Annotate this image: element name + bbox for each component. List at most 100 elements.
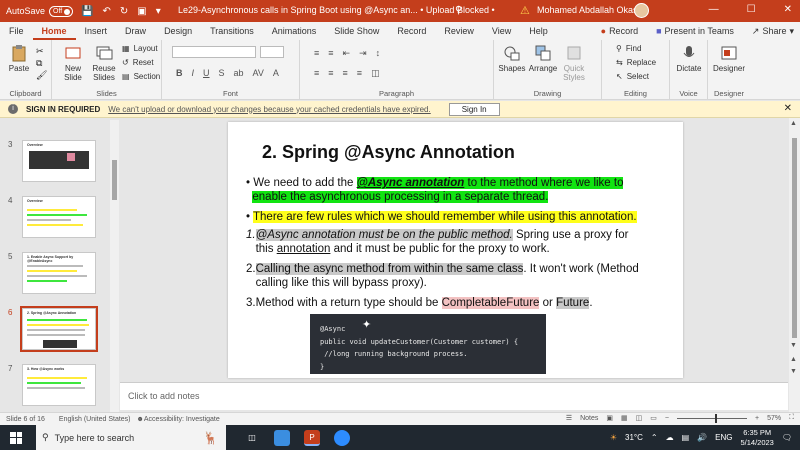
underline-icon[interactable]: U — [203, 68, 210, 78]
align-left-icon[interactable]: ≡ — [314, 68, 319, 79]
bold-icon[interactable]: B — [176, 68, 183, 78]
tab-record[interactable]: Record — [388, 22, 435, 40]
language-indicator[interactable]: ENG — [715, 433, 732, 442]
bullets-icon[interactable]: ≡ — [314, 48, 319, 59]
tab-home[interactable]: Home — [32, 22, 76, 40]
new-slide-button[interactable]: New Slide — [60, 44, 86, 82]
clock[interactable]: 6:35 PM 5/14/2023 — [740, 428, 773, 448]
bullet-1[interactable]: • We need to add the @Async annotation t… — [246, 176, 671, 204]
thumbnail-slide-4[interactable]: 4 Overview — [0, 196, 110, 240]
weather-icon[interactable]: ☀ — [610, 433, 617, 442]
numbered-item-3[interactable]: 3.Method with a return type should be Co… — [246, 296, 671, 310]
undo-icon[interactable]: ↶ — [102, 6, 110, 17]
numbered-item-2[interactable]: 2.Calling the async method from within t… — [246, 262, 671, 290]
zoom-in-icon[interactable]: + — [755, 415, 759, 422]
replace-button[interactable]: ⇆ Replace — [616, 58, 656, 67]
present-in-teams-button[interactable]: ■ Present in Teams — [650, 24, 740, 38]
record-button[interactable]: ● Record — [595, 24, 644, 38]
font-size-input[interactable] — [260, 46, 284, 58]
normal-view-icon[interactable]: ▣ — [606, 414, 613, 422]
designer-button[interactable]: Designer — [712, 44, 746, 73]
zoom-app-icon[interactable] — [334, 429, 350, 446]
thumbnail-slide-6[interactable]: 6 2. Spring @Async Annotation — [0, 306, 110, 352]
notes-button[interactable]: Notes — [580, 415, 598, 422]
weather-temp[interactable]: 31°C — [625, 433, 643, 442]
zoom-slider[interactable] — [676, 413, 747, 423]
maximize-icon[interactable]: ☐ — [747, 4, 756, 15]
shadow-icon[interactable]: ab — [234, 68, 244, 78]
thumbnail-slide-3[interactable]: 3 Overview — [0, 140, 110, 184]
reset-button[interactable]: ↺ Reset — [122, 58, 154, 67]
sign-in-button[interactable]: Sign In — [448, 102, 500, 116]
accessibility-status[interactable]: Accessibility: Investigate — [144, 416, 220, 423]
spacing-icon[interactable]: AV — [253, 68, 264, 78]
tab-transitions[interactable]: Transitions — [201, 22, 263, 40]
section-button[interactable]: ▤ Section — [122, 72, 160, 81]
scrollbar-thumb[interactable] — [112, 160, 117, 200]
redo-icon[interactable]: ↻ — [120, 6, 128, 17]
windows-start-icon[interactable] — [10, 431, 22, 444]
strikethrough-icon[interactable]: S — [219, 68, 225, 78]
layout-button[interactable]: ▦ Layout — [122, 44, 158, 53]
bullet-2[interactable]: • There are few rules which we should re… — [246, 210, 671, 224]
slide-sorter-icon[interactable]: ▦ — [621, 414, 628, 422]
zoom-level[interactable]: 57% — [767, 415, 781, 422]
tab-review[interactable]: Review — [435, 22, 483, 40]
format-painter-icon[interactable]: 🖌 — [36, 70, 47, 81]
paste-button[interactable]: Paste — [6, 44, 32, 73]
tab-insert[interactable]: Insert — [76, 22, 117, 40]
fit-to-window-icon[interactable]: ⛶ — [789, 414, 794, 422]
close-icon[interactable]: ✕ — [784, 4, 792, 15]
cut-icon[interactable]: ✂ — [36, 46, 44, 57]
code-snippet[interactable]: @Async public void updateCustomer(Custom… — [310, 314, 546, 374]
save-icon[interactable]: 💾 — [81, 6, 93, 17]
current-slide[interactable]: 2. Spring @Async Annotation • We need to… — [228, 122, 683, 378]
justify-icon[interactable]: ≡ — [357, 68, 362, 79]
zoom-out-icon[interactable]: − — [665, 415, 669, 422]
next-slide-icon[interactable]: ▼ — [790, 368, 797, 375]
slideshow-icon[interactable]: ▭ — [650, 414, 657, 422]
notifications-icon[interactable]: 🗨 — [782, 433, 792, 442]
reading-view-icon[interactable]: ◫ — [636, 414, 643, 422]
tab-design[interactable]: Design — [155, 22, 201, 40]
reuse-slides-button[interactable]: Reuse Slides — [90, 44, 118, 82]
share-button[interactable]: ↗ Share ▾ — [746, 24, 800, 39]
customize-icon[interactable]: ▾ — [156, 6, 161, 17]
autosave-toggle[interactable]: Off — [49, 5, 74, 17]
tab-help[interactable]: Help — [520, 22, 557, 40]
task-view-icon[interactable]: ◫ — [244, 430, 260, 446]
thumbnail-slide-7[interactable]: 7 3. How @Async works — [0, 364, 110, 408]
font-color-icon[interactable]: A — [273, 68, 279, 78]
notes-pane[interactable]: Click to add notes — [120, 382, 788, 410]
language-status[interactable]: English (United States) — [59, 416, 131, 423]
increase-indent-icon[interactable]: ⇥ — [359, 48, 367, 59]
numbering-icon[interactable]: ≡ — [328, 48, 333, 59]
taskbar-search[interactable]: ⚲ Type here to search 🦌 — [36, 425, 226, 450]
scroll-up-icon[interactable]: ▲ — [790, 120, 797, 127]
minimize-icon[interactable]: — — [709, 4, 719, 15]
align-center-icon[interactable]: ≡ — [328, 68, 333, 79]
columns-icon[interactable]: ◫ — [371, 68, 380, 79]
line-spacing-icon[interactable]: ↕ — [376, 48, 381, 59]
onedrive-icon[interactable]: ☁ — [666, 433, 674, 442]
quick-styles-button[interactable]: Quick Styles — [560, 44, 588, 82]
powerpoint-icon[interactable]: P — [304, 429, 320, 446]
user-name[interactable]: Mohamed Abdallah Okasha — [537, 5, 648, 15]
volume-icon[interactable]: 🔊 — [697, 433, 707, 442]
close-icon[interactable]: ✕ — [784, 103, 792, 114]
previous-slide-icon[interactable]: ▲ — [790, 356, 797, 363]
find-button[interactable]: ⚲ Find — [616, 44, 641, 53]
avatar[interactable] — [634, 3, 649, 18]
tab-slide-show[interactable]: Slide Show — [325, 22, 388, 40]
numbered-item-1[interactable]: 1.@Async annotation must be on the publi… — [246, 228, 671, 256]
select-button[interactable]: ↖ Select — [616, 72, 649, 81]
dictate-button[interactable]: Dictate — [674, 44, 704, 73]
present-icon[interactable]: ▣ — [137, 6, 146, 17]
tab-draw[interactable]: Draw — [116, 22, 155, 40]
app-icon[interactable] — [274, 429, 290, 446]
shapes-button[interactable]: Shapes — [498, 44, 526, 73]
network-icon[interactable]: ▤ — [682, 433, 690, 442]
slide-title[interactable]: 2. Spring @Async Annotation — [262, 142, 515, 163]
copy-icon[interactable]: ⧉ — [36, 58, 42, 69]
chevron-up-icon[interactable]: ⌃ — [651, 433, 658, 442]
